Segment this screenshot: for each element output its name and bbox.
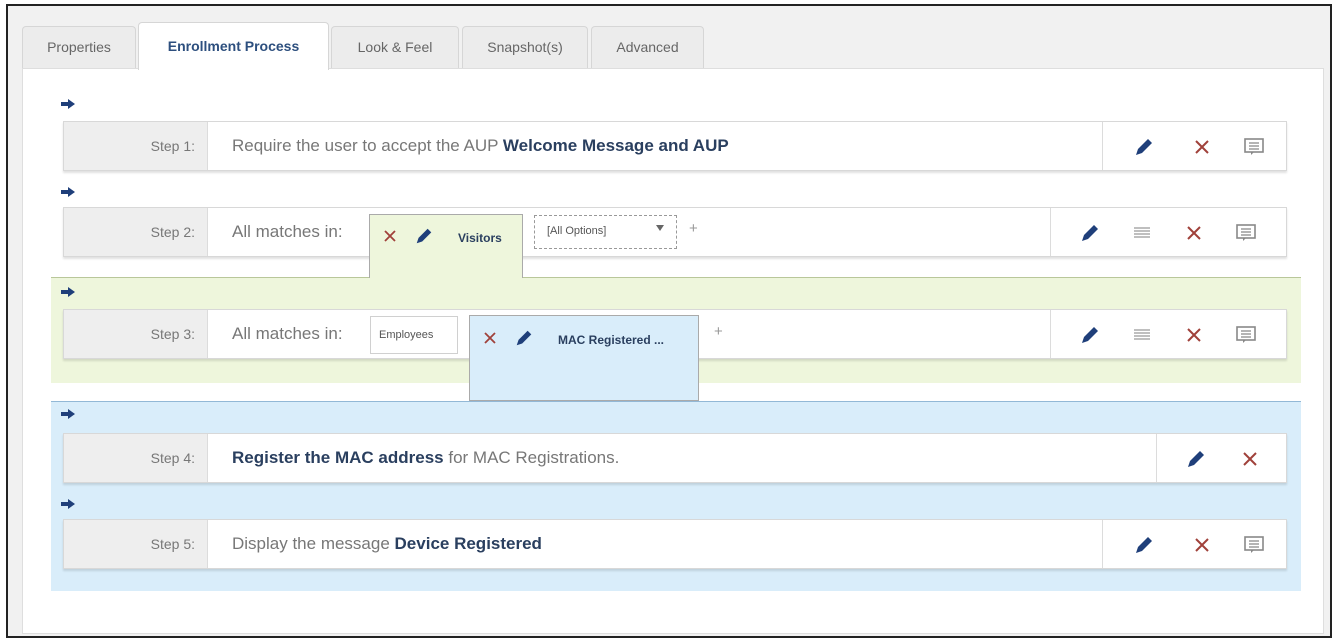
x-icon[interactable]: [1191, 534, 1213, 556]
pencil-icon[interactable]: [1133, 136, 1155, 158]
right-arrow-icon: [61, 187, 75, 197]
step-2-row: Step 2: All matches in: [All Options] +: [63, 207, 1287, 257]
right-arrow-icon: [61, 99, 75, 109]
step-5-actions: [1102, 520, 1286, 568]
employees-chip[interactable]: Employees: [370, 316, 458, 354]
options-select[interactable]: [All Options]: [534, 215, 677, 249]
step-3-description: All matches in:: [232, 324, 343, 343]
right-arrow-icon: [61, 499, 75, 509]
step-4-description: Register the MAC address for MAC Registr…: [232, 448, 620, 467]
pencil-icon[interactable]: [1079, 324, 1101, 346]
pencil-icon[interactable]: [1079, 222, 1101, 244]
x-icon[interactable]: [382, 228, 398, 249]
tab-look-and-feel[interactable]: Look & Feel: [331, 26, 459, 68]
step-1-description: Require the user to accept the AUP Welco…: [232, 136, 729, 155]
step-2-actions: [1050, 208, 1286, 256]
step-4-label: Step 4:: [64, 434, 208, 482]
tab-properties[interactable]: Properties: [22, 26, 136, 68]
x-icon[interactable]: [1183, 324, 1205, 346]
step-4-actions: [1156, 434, 1286, 482]
add-condition-button[interactable]: +: [689, 220, 698, 237]
pencil-icon[interactable]: [514, 328, 534, 353]
step-3-label: Step 3:: [64, 310, 208, 358]
pencil-icon[interactable]: [414, 226, 434, 251]
message-icon[interactable]: [1235, 324, 1257, 346]
chip-label: MAC Registered ...: [558, 333, 665, 347]
step-1-row: Step 1: Require the user to accept the A…: [63, 121, 1287, 171]
window-frame: Properties Enrollment Process Look & Fee…: [6, 4, 1332, 638]
tab-enrollment-process[interactable]: Enrollment Process: [138, 22, 329, 70]
step-5-label: Step 5:: [64, 520, 208, 568]
step-1-actions: [1102, 122, 1286, 170]
x-icon[interactable]: [1191, 136, 1213, 158]
chip-label: Employees: [379, 329, 434, 341]
list-icon[interactable]: [1131, 222, 1153, 244]
chip-label: Visitors: [458, 231, 502, 245]
x-icon[interactable]: [1239, 448, 1261, 470]
list-icon[interactable]: [1131, 324, 1153, 346]
step-4-row: Step 4: Register the MAC address for MAC…: [63, 433, 1287, 483]
tab-advanced[interactable]: Advanced: [591, 26, 704, 68]
add-condition-button[interactable]: +: [714, 323, 723, 340]
step-2-description: All matches in:: [232, 222, 343, 241]
step-3-actions: [1050, 310, 1286, 358]
step-5-description: Display the message Device Registered: [232, 534, 542, 553]
tab-snapshots[interactable]: Snapshot(s): [462, 26, 588, 68]
select-value: [All Options]: [547, 225, 607, 237]
message-icon[interactable]: [1243, 534, 1265, 556]
x-icon[interactable]: [1183, 222, 1205, 244]
step-5-row: Step 5: Display the message Device Regis…: [63, 519, 1287, 569]
message-icon[interactable]: [1243, 136, 1265, 158]
right-arrow-icon: [61, 287, 75, 297]
enrollment-panel: Step 1: Require the user to accept the A…: [22, 68, 1324, 634]
message-icon[interactable]: [1235, 222, 1257, 244]
mac-registered-chip[interactable]: MAC Registered ...: [469, 315, 699, 401]
visitors-chip[interactable]: Visitors: [369, 214, 523, 278]
pencil-icon[interactable]: [1185, 448, 1207, 470]
x-icon[interactable]: [482, 330, 498, 351]
caret-down-icon: [656, 223, 664, 235]
step-2-label: Step 2:: [64, 208, 208, 256]
step-1-label: Step 1:: [64, 122, 208, 170]
right-arrow-icon: [61, 409, 75, 419]
pencil-icon[interactable]: [1133, 534, 1155, 556]
